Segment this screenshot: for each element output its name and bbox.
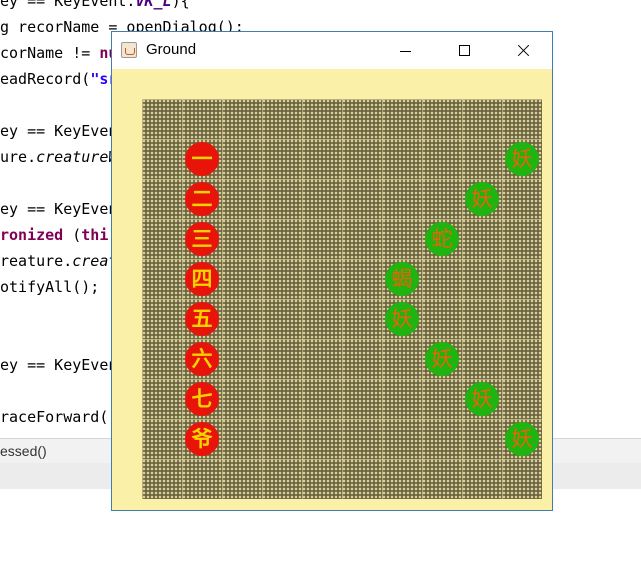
demon-piece[interactable]: 妖 bbox=[385, 302, 419, 336]
code-line: ey == KeyEven bbox=[0, 356, 118, 374]
code-line: otifyAll(); bbox=[0, 278, 100, 296]
code-line: reature.creat bbox=[0, 252, 118, 270]
code-line: corName != nu bbox=[0, 44, 118, 62]
window-title: Ground bbox=[146, 41, 197, 58]
hero-piece[interactable]: 六 bbox=[185, 342, 219, 376]
hero-piece[interactable]: 二 bbox=[185, 182, 219, 216]
hero-piece[interactable]: 三 bbox=[185, 222, 219, 256]
maximize-button[interactable] bbox=[435, 32, 493, 69]
java-cup-icon bbox=[121, 42, 137, 58]
code-line: ey == KeyEvent.VK_L){ bbox=[0, 0, 190, 10]
ground-window: Ground 一二三四五六七爷妖妖蛇蝎妖妖妖妖 bbox=[111, 31, 553, 511]
code-line: raceForward() bbox=[0, 408, 118, 426]
code-line: eadRecord("sr bbox=[0, 70, 118, 88]
demon-piece[interactable]: 妖 bbox=[465, 182, 499, 216]
demon-piece[interactable]: 妖 bbox=[465, 382, 499, 416]
code-line: ey == KeyEven bbox=[0, 122, 118, 140]
title-bar[interactable]: Ground bbox=[112, 32, 552, 69]
hero-piece[interactable]: 五 bbox=[185, 302, 219, 336]
hero-piece[interactable]: 四 bbox=[185, 262, 219, 296]
demon-piece[interactable]: 妖 bbox=[505, 422, 539, 456]
hero-piece[interactable]: 七 bbox=[185, 382, 219, 416]
game-board[interactable]: 一二三四五六七爷妖妖蛇蝎妖妖妖妖 bbox=[142, 99, 542, 499]
code-line: ure.creatureW bbox=[0, 148, 118, 166]
close-button[interactable] bbox=[494, 32, 552, 69]
demon-piece[interactable]: 妖 bbox=[505, 142, 539, 176]
demon-piece[interactable]: 妖 bbox=[425, 342, 459, 376]
code-line: ey == KeyEven bbox=[0, 200, 118, 218]
hero-piece[interactable]: 爷 bbox=[185, 422, 219, 456]
minimize-button[interactable] bbox=[376, 32, 434, 69]
demon-piece[interactable]: 蝎 bbox=[385, 262, 419, 296]
demon-piece[interactable]: 蛇 bbox=[425, 222, 459, 256]
code-line: ronized (thi bbox=[0, 226, 109, 244]
hero-piece[interactable]: 一 bbox=[185, 142, 219, 176]
outline-tab-label: essed() bbox=[0, 443, 47, 459]
